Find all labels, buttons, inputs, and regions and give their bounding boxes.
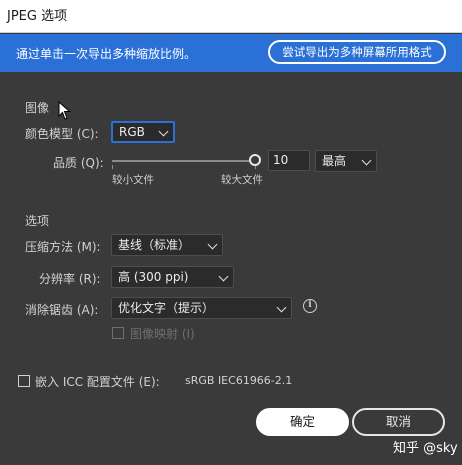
cancel-button[interactable]: 取消 <box>352 408 445 436</box>
smaller-file-label: 较小文件 <box>112 174 154 186</box>
color-model-dropdown[interactable]: RGB <box>111 121 175 143</box>
compression-value: 基线（标准） <box>118 238 191 252</box>
image-map-checkbox[interactable] <box>112 327 124 339</box>
export-info-bar: 通过单击一次导出多种缩放比例。 尝试导出为多种屏幕所用格式 <box>0 34 462 72</box>
color-model-label: 颜色模型 (C): <box>25 127 99 141</box>
quality-slider-handle[interactable] <box>249 154 261 166</box>
chevron-down-icon <box>276 302 287 313</box>
chevron-down-icon <box>361 155 372 166</box>
antialias-dropdown[interactable]: 优化文字（提示） <box>111 297 292 319</box>
quality-preset-value: 最高 <box>322 154 347 168</box>
slider-tick <box>112 165 113 169</box>
antialias-label: 消除锯齿 (A): <box>25 303 99 317</box>
embed-icc-label: 嵌入 ICC 配置文件 (E): <box>35 375 160 389</box>
mouse-cursor-icon <box>58 101 71 120</box>
image-section-heading: 图像 <box>25 101 50 115</box>
export-multiple-screens-button[interactable]: 尝试导出为多种屏幕所用格式 <box>268 40 446 64</box>
quality-preset-dropdown[interactable]: 最高 <box>315 150 377 172</box>
info-icon[interactable]: i <box>303 299 317 313</box>
color-model-value: RGB <box>119 125 145 139</box>
options-section-heading: 选项 <box>25 214 50 228</box>
ok-button[interactable]: 确定 <box>256 408 349 436</box>
larger-file-label: 较大文件 <box>221 174 263 186</box>
quality-number-input[interactable]: 10 <box>268 150 310 171</box>
compression-label: 压缩方法 (M): <box>25 240 101 254</box>
chevron-down-icon <box>158 126 169 137</box>
antialias-value: 优化文字（提示） <box>118 301 215 315</box>
chevron-down-icon <box>207 239 218 250</box>
watermark: 知乎 @sky <box>393 441 458 456</box>
quality-label: 品质 (Q): <box>53 156 104 170</box>
compression-dropdown[interactable]: 基线（标准） <box>111 234 223 256</box>
info-bar-text: 通过单击一次导出多种缩放比例。 <box>16 47 197 61</box>
quality-slider-track[interactable] <box>112 160 255 162</box>
image-map-label: 图像映射 (I) <box>130 327 195 341</box>
window-title-bar: JPEG 选项 <box>0 0 462 33</box>
resolution-dropdown[interactable]: 高 (300 ppi) <box>111 266 234 288</box>
resolution-value: 高 (300 ppi) <box>118 270 189 284</box>
embed-icc-checkbox[interactable] <box>18 375 30 387</box>
chevron-down-icon <box>218 271 229 282</box>
resolution-label: 分辨率 (R): <box>39 272 101 286</box>
window-title: JPEG 选项 <box>7 9 68 24</box>
icc-profile-value: sRGB IEC61966-2.1 <box>185 374 293 387</box>
